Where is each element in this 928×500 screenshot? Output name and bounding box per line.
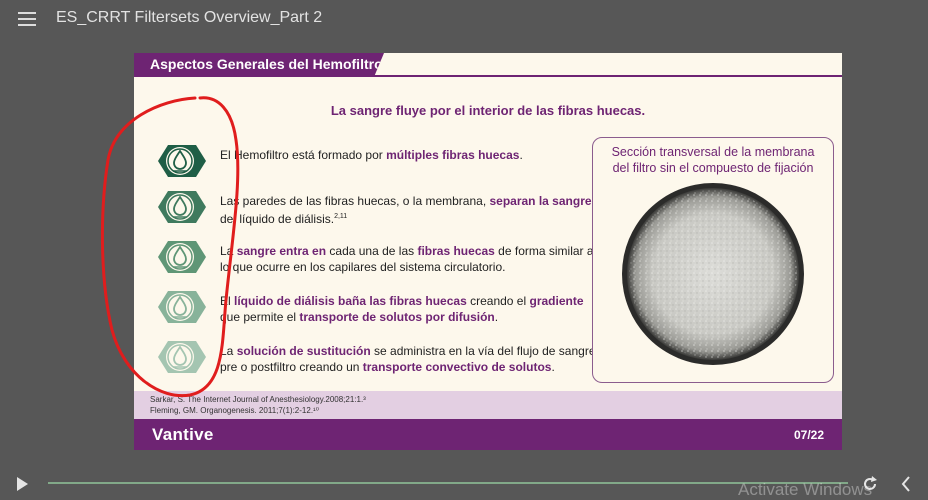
play-icon[interactable] — [14, 476, 30, 492]
chevron-left-icon[interactable] — [898, 474, 914, 494]
activate-windows-watermark: Activate Windows — [738, 480, 873, 499]
progress-bar[interactable] — [48, 482, 848, 484]
red-circle-annotation — [100, 96, 240, 398]
